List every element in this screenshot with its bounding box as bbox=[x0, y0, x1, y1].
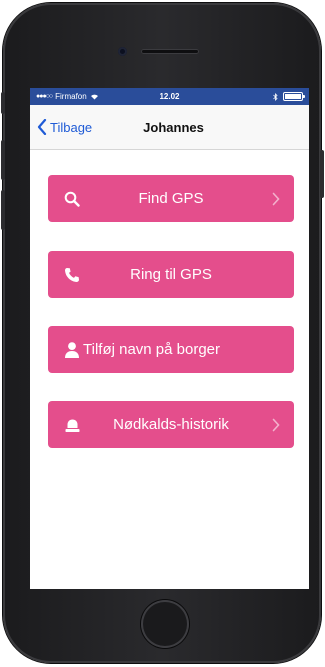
person-icon bbox=[64, 341, 80, 358]
back-label: Tilbage bbox=[50, 119, 93, 135]
alarm-light-icon bbox=[64, 417, 81, 433]
add-citizen-name-label: Tilføj navn på borger bbox=[83, 341, 221, 358]
power-button bbox=[320, 150, 324, 198]
emergency-history-button[interactable]: Nødkalds-historik bbox=[48, 401, 294, 448]
status-time: 12.02 bbox=[159, 92, 180, 101]
search-icon bbox=[64, 191, 80, 207]
home-button[interactable] bbox=[141, 600, 189, 648]
front-camera bbox=[118, 47, 127, 56]
find-gps-label: Find GPS bbox=[138, 190, 204, 207]
chevron-right-icon bbox=[272, 192, 280, 206]
status-bar: ●●●○○ Firmafon 12.02 bbox=[30, 88, 309, 105]
earpiece-speaker bbox=[141, 49, 199, 54]
volume-up-button bbox=[1, 140, 5, 180]
battery-icon bbox=[283, 92, 305, 101]
find-gps-button[interactable]: Find GPS bbox=[48, 175, 294, 222]
mute-switch bbox=[1, 92, 5, 114]
call-gps-label: Ring til GPS bbox=[130, 266, 212, 283]
call-gps-button[interactable]: Ring til GPS bbox=[48, 251, 294, 298]
back-button[interactable]: Tilbage bbox=[30, 119, 92, 135]
screen: ●●●○○ Firmafon 12.02 Tilbage Johannes Fi… bbox=[30, 88, 309, 589]
add-citizen-name-button[interactable]: Tilføj navn på borger bbox=[48, 326, 294, 373]
phone-icon bbox=[64, 267, 80, 283]
chevron-right-icon bbox=[272, 418, 280, 432]
volume-down-button bbox=[1, 190, 5, 230]
emergency-history-label: Nødkalds-historik bbox=[113, 416, 229, 433]
phone-frame: ●●●○○ Firmafon 12.02 Tilbage Johannes Fi… bbox=[3, 3, 321, 663]
navigation-bar: Tilbage Johannes bbox=[30, 105, 309, 150]
chevron-left-icon bbox=[37, 119, 47, 135]
